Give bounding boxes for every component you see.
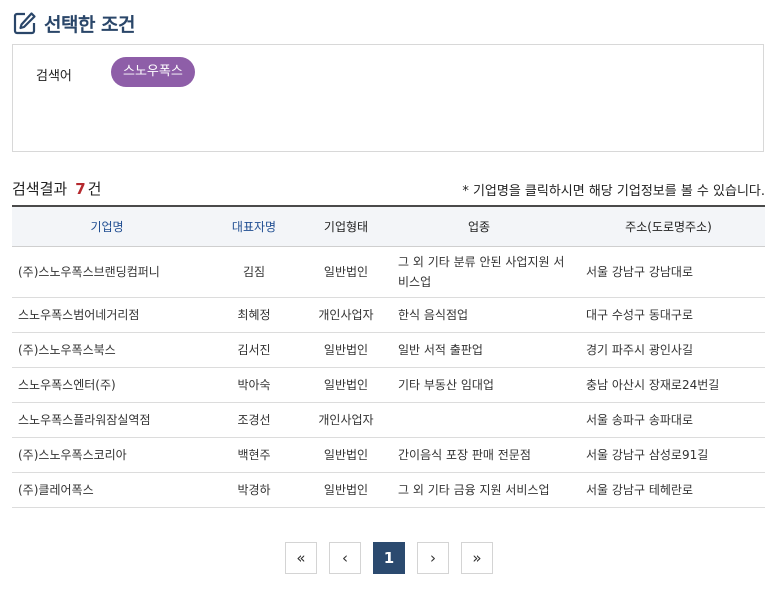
industry-cell: 간이음식 포장 판매 전문점 <box>386 437 572 473</box>
section-title: 선택한 조건 <box>44 13 136 36</box>
address-cell: 충남 아산시 장재로24번길 <box>572 367 765 403</box>
industry-cell: 그 외 기타 금융 지원 서비스업 <box>386 472 572 508</box>
type-cell: 개인사업자 <box>306 402 386 438</box>
type-cell: 개인사업자 <box>306 297 386 333</box>
table-row: (주)스노우폭스북스 김서진 일반법인 일반 서적 출판업 경기 파주시 광인사… <box>12 332 765 368</box>
first-page-button[interactable]: « <box>285 542 317 574</box>
ceo-cell: 최혜정 <box>202 297 306 333</box>
company-link[interactable]: 스노우폭스범어네거리점 <box>12 297 202 333</box>
address-cell: 서울 강남구 테헤란로 <box>572 472 765 508</box>
result-header: 검색결과 7 건 * 기업명을 클릭하시면 해당 기업정보를 볼 수 있습니다. <box>12 178 765 200</box>
type-cell: 일반법인 <box>306 367 386 403</box>
type-cell: 일반법인 <box>306 246 386 298</box>
table-row: 스노우폭스플라워잠실역점 조경선 개인사업자 서울 송파구 송파대로 <box>12 402 765 438</box>
company-link[interactable]: 스노우폭스플라워잠실역점 <box>12 402 202 438</box>
table-row: (주)스노우폭스코리아 백현주 일반법인 간이음식 포장 판매 전문점 서울 강… <box>12 437 765 473</box>
result-label: 검색결과 <box>12 180 68 198</box>
pagination: « ‹ 1 › » <box>285 542 505 574</box>
header-company: 기업명 <box>12 206 202 247</box>
type-cell: 일반법인 <box>306 472 386 508</box>
address-cell: 경기 파주시 광인사길 <box>572 332 765 368</box>
industry-cell: 일반 서적 출판업 <box>386 332 572 368</box>
address-cell: 서울 송파구 송파대로 <box>572 402 765 438</box>
page-1-button[interactable]: 1 <box>373 542 405 574</box>
condition-box: 검색어 스노우폭스 <box>12 44 764 152</box>
header-industry: 업종 <box>386 206 572 247</box>
address-cell: 서울 강남구 강남대로 <box>572 246 765 298</box>
results-table: 기업명 대표자명 기업형태 업종 주소(도로명주소) (주)스노우폭스브랜딩컴퍼… <box>12 205 765 508</box>
result-count: 7 <box>75 180 86 198</box>
section-header: 선택한 조건 <box>12 8 136 38</box>
industry-cell: 그 외 기타 분류 안된 사업지원 서비스업 <box>386 246 572 298</box>
ceo-cell: 김짐 <box>202 246 306 298</box>
address-cell: 대구 수성구 동대구로 <box>572 297 765 333</box>
table-row: (주)스노우폭스브랜딩컴퍼니 김짐 일반법인 그 외 기타 분류 안된 사업지원… <box>12 246 765 298</box>
company-link[interactable]: (주)스노우폭스코리아 <box>12 437 202 473</box>
search-term-label: 검색어 <box>36 69 72 84</box>
result-note: * 기업명을 클릭하시면 해당 기업정보를 볼 수 있습니다. <box>462 184 765 199</box>
next-page-button[interactable]: › <box>417 542 449 574</box>
type-cell: 일반법인 <box>306 437 386 473</box>
company-link[interactable]: (주)클레어폭스 <box>12 472 202 508</box>
header-ceo: 대표자명 <box>202 206 306 247</box>
header-type: 기업형태 <box>306 206 386 247</box>
address-cell: 서울 강남구 삼성로91길 <box>572 437 765 473</box>
type-cell: 일반법인 <box>306 332 386 368</box>
result-unit: 건 <box>87 180 102 198</box>
industry-cell: 기타 부동산 임대업 <box>386 367 572 403</box>
table-row: (주)클레어폭스 박경하 일반법인 그 외 기타 금융 지원 서비스업 서울 강… <box>12 472 765 508</box>
industry-cell <box>386 402 572 438</box>
prev-page-button[interactable]: ‹ <box>329 542 361 574</box>
ceo-cell: 박아숙 <box>202 367 306 403</box>
company-link[interactable]: (주)스노우폭스북스 <box>12 332 202 368</box>
keyword-tag[interactable]: 스노우폭스 <box>111 57 195 87</box>
last-page-button[interactable]: » <box>461 542 493 574</box>
table-row: 스노우폭스엔터(주) 박아숙 일반법인 기타 부동산 임대업 충남 아산시 장재… <box>12 367 765 403</box>
ceo-cell: 조경선 <box>202 402 306 438</box>
table-header-row: 기업명 대표자명 기업형태 업종 주소(도로명주소) <box>12 206 765 247</box>
edit-icon <box>13 12 36 35</box>
table-row: 스노우폭스범어네거리점 최혜정 개인사업자 한식 음식점업 대구 수성구 동대구… <box>12 297 765 333</box>
ceo-cell: 백현주 <box>202 437 306 473</box>
ceo-cell: 김서진 <box>202 332 306 368</box>
header-address: 주소(도로명주소) <box>572 206 765 247</box>
ceo-cell: 박경하 <box>202 472 306 508</box>
company-link[interactable]: (주)스노우폭스브랜딩컴퍼니 <box>12 246 202 298</box>
industry-cell: 한식 음식점업 <box>386 297 572 333</box>
company-link[interactable]: 스노우폭스엔터(주) <box>12 367 202 403</box>
